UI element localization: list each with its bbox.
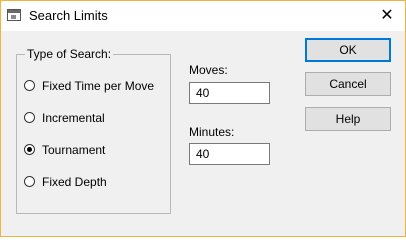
close-button[interactable]: ✕: [369, 2, 405, 30]
search-type-group: Type of Search: Fixed Time per Move Incr…: [16, 46, 171, 214]
radio-button-icon: [24, 112, 35, 123]
window-title: Search Limits: [29, 8, 108, 23]
radio-label: Incremental: [42, 111, 105, 125]
ok-button[interactable]: OK: [305, 38, 391, 62]
moves-input[interactable]: [189, 82, 270, 104]
radio-label: Fixed Depth: [42, 175, 107, 189]
radio-button-icon: [24, 176, 35, 187]
close-icon: ✕: [380, 7, 394, 24]
radio-selected-dot: [27, 147, 32, 152]
dialog-window-icon: [7, 9, 21, 21]
dialog-body: Type of Search: Fixed Time per Move Incr…: [1, 31, 405, 236]
icon-title-strip: [8, 10, 20, 13]
help-button[interactable]: Help: [305, 107, 391, 131]
minutes-label: Minutes:: [189, 125, 235, 139]
moves-label: Moves:: [189, 63, 228, 77]
search-type-group-label: Type of Search:: [25, 46, 114, 62]
radio-label: Fixed Time per Move: [42, 79, 155, 93]
radio-button-icon: [24, 80, 35, 91]
title-bar: Search Limits ✕: [1, 1, 405, 31]
minutes-input[interactable]: [189, 143, 270, 165]
radio-button-selected-icon: [24, 144, 35, 155]
icon-body-mark: [11, 15, 16, 19]
search-limits-dialog: Search Limits ✕ Type of Search: Fixed Ti…: [0, 0, 406, 237]
cancel-button[interactable]: Cancel: [305, 72, 391, 96]
radio-label: Tournament: [42, 143, 106, 157]
